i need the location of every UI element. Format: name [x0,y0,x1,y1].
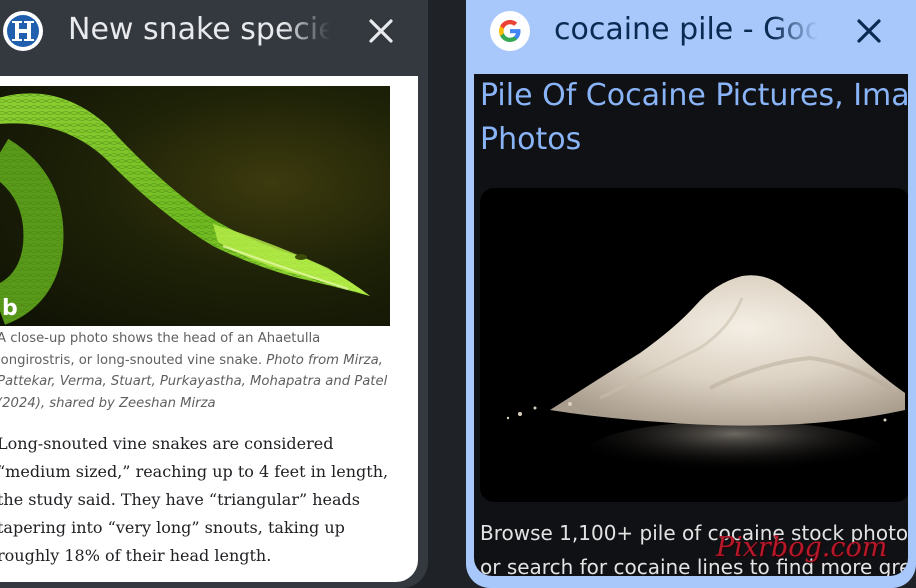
close-tab-button[interactable] [852,14,886,48]
hindustan-times-favicon-icon [3,11,43,51]
result-title-line: Pile Of Cocaine Pictures, Images & Stock [480,78,908,113]
tab-title: New snake species [68,10,330,50]
tab-card-google-search[interactable]: cocaine pile - Google Search Pile Of Coc… [466,0,916,588]
close-icon [857,19,881,43]
tab-header[interactable]: New snake species [0,0,428,66]
article-paragraph: Long-snouted vine snakes are considered … [0,434,389,565]
tab-title: cocaine pile - Google Search [554,10,818,50]
google-favicon-icon [490,11,530,51]
result-title-line: Photos [480,122,582,157]
photo-caption: A close-up photo shows the head of an Ah… [0,328,397,414]
tab-card-snake-article[interactable]: New snake species b A close-up photo sho… [0,0,428,588]
close-icon [369,19,393,43]
powder-pile-image [480,188,908,502]
page-preview: b A close-up photo shows the head of an … [0,76,418,582]
watermark: Pixrbog.com [716,532,888,563]
photo-panel-label: b [2,296,18,321]
search-result-title: Pile Of Cocaine Pictures, Images & Stock… [480,74,908,162]
close-tab-button[interactable] [364,14,398,48]
snake-photo: b [0,86,390,326]
tab-header[interactable]: cocaine pile - Google Search [466,0,916,66]
page-preview: Pile Of Cocaine Pictures, Images & Stock… [474,74,908,576]
